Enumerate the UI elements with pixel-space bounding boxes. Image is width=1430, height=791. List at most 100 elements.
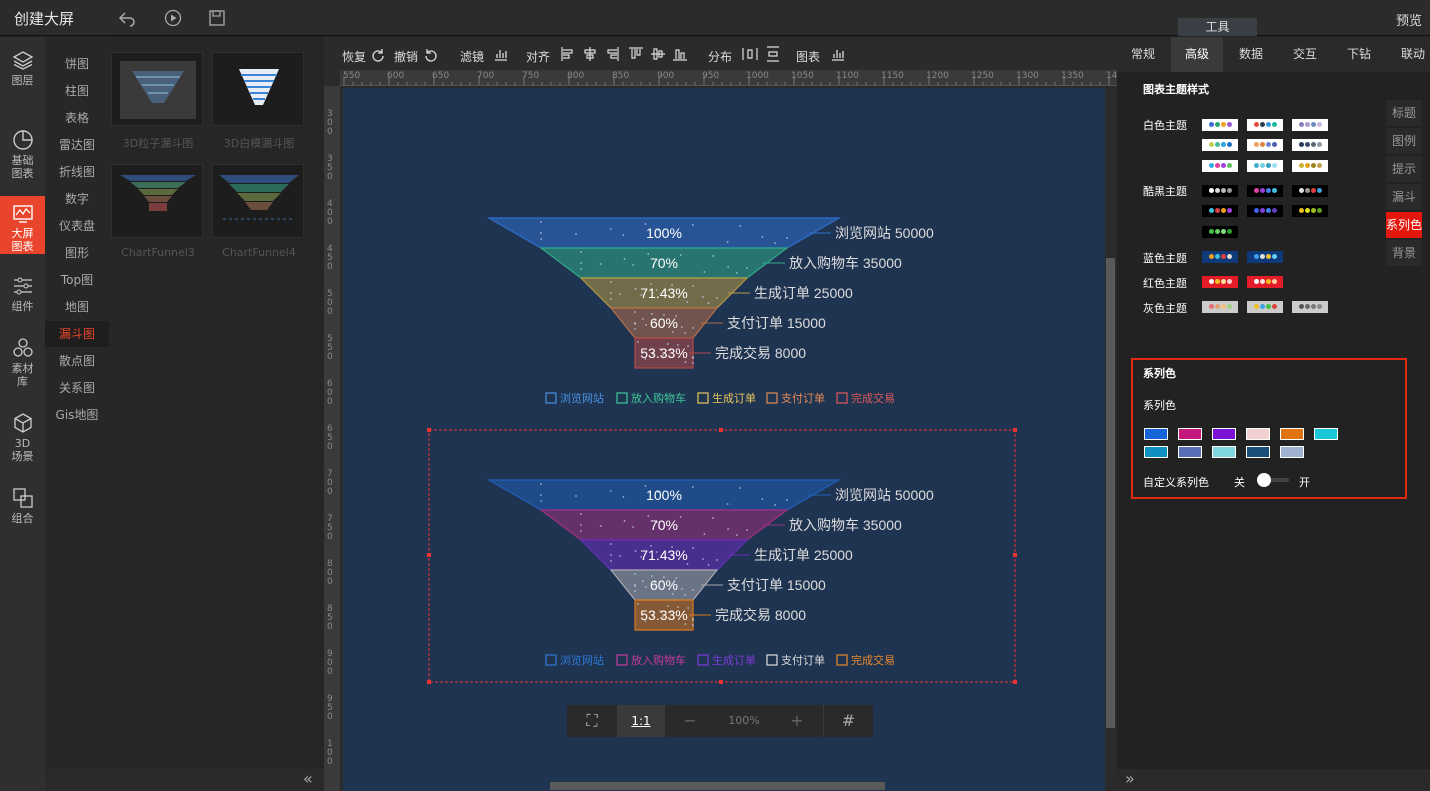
legend-icon[interactable] xyxy=(545,654,557,666)
legend-label[interactable]: 生成订单 xyxy=(712,653,756,667)
undo-icon[interactable] xyxy=(423,46,439,62)
funnel-chart-2[interactable]: 100% 浏览网站 50000 70% 放入购物车 35000 71.43% 生成订单 2… xyxy=(486,479,934,667)
sidetab-series-color[interactable]: 系列色 xyxy=(1386,212,1422,238)
zoom-in-button[interactable]: + xyxy=(773,705,821,737)
category-item[interactable]: 折线图 xyxy=(45,159,109,185)
category-item[interactable]: 数字 xyxy=(45,186,109,212)
nav-3d-scene[interactable]: 3D 场景 xyxy=(0,412,45,468)
nav-components[interactable]: 组件 xyxy=(0,275,45,319)
preview-button[interactable]: 预览 xyxy=(1396,10,1422,29)
theme-swatch[interactable] xyxy=(1247,139,1283,151)
tools-tab[interactable]: 工具 xyxy=(1178,18,1257,36)
legend-label[interactable]: 放入购物车 xyxy=(631,391,686,405)
legend-icon[interactable] xyxy=(836,654,848,666)
theme-swatch[interactable] xyxy=(1247,276,1283,288)
category-item[interactable]: Gis地图 xyxy=(45,402,109,428)
chart-settings-icon[interactable] xyxy=(830,46,846,62)
tab-general[interactable]: 常规 xyxy=(1117,37,1169,72)
undo-button[interactable]: 撤销 xyxy=(394,48,418,65)
theme-swatch[interactable] xyxy=(1247,185,1283,197)
series-color-swatch[interactable] xyxy=(1280,428,1304,440)
tab-interaction[interactable]: 交互 xyxy=(1279,37,1331,72)
series-color-swatch[interactable] xyxy=(1212,446,1236,458)
theme-swatch[interactable] xyxy=(1202,226,1238,238)
legend-icon[interactable] xyxy=(616,654,628,666)
vertical-scroll-thumb[interactable] xyxy=(1106,258,1115,728)
theme-swatch[interactable] xyxy=(1202,119,1238,131)
category-item[interactable]: 图形 xyxy=(45,240,109,266)
theme-swatch[interactable] xyxy=(1247,119,1283,131)
align-right-icon[interactable] xyxy=(604,46,620,62)
theme-swatch[interactable] xyxy=(1247,251,1283,263)
series-color-swatch[interactable] xyxy=(1144,446,1168,458)
legend-label[interactable]: 浏览网站 xyxy=(560,391,604,405)
series-color-swatch[interactable] xyxy=(1178,446,1202,458)
theme-swatch[interactable] xyxy=(1202,139,1238,151)
category-item-funnel[interactable]: 漏斗图 xyxy=(45,321,109,347)
distribute-v-icon[interactable] xyxy=(765,46,781,62)
align-top-icon[interactable] xyxy=(628,46,644,62)
play-icon[interactable] xyxy=(164,9,182,27)
legend-icon[interactable] xyxy=(616,392,628,404)
back-icon[interactable] xyxy=(118,9,136,27)
zoom-out-button[interactable]: − xyxy=(665,705,715,737)
custom-series-toggle[interactable] xyxy=(1255,473,1289,487)
theme-swatch[interactable] xyxy=(1202,205,1238,217)
horizontal-scroll-thumb[interactable] xyxy=(550,782,885,790)
series-color-swatch[interactable] xyxy=(1144,428,1168,440)
theme-swatch[interactable] xyxy=(1202,276,1238,288)
thumb-3d-white-funnel[interactable] xyxy=(212,52,304,126)
nav-basic-charts[interactable]: 基础 图表 xyxy=(0,129,45,180)
tab-drilldown[interactable]: 下钻 xyxy=(1333,37,1385,72)
theme-swatch[interactable] xyxy=(1247,160,1283,172)
save-icon[interactable] xyxy=(208,9,226,27)
legend-label[interactable]: 浏览网站 xyxy=(560,653,604,667)
design-stage[interactable]: 100% 浏览网站 50000 70% 放入购物车 35000 71.43% 生成订单 2… xyxy=(343,88,1105,791)
bar-chart-icon[interactable] xyxy=(493,46,509,62)
category-item[interactable]: 关系图 xyxy=(45,375,109,401)
theme-swatch[interactable] xyxy=(1292,185,1328,197)
nav-layers[interactable]: 图层 xyxy=(0,49,45,97)
theme-swatch[interactable] xyxy=(1202,251,1238,263)
category-item[interactable]: Top图 xyxy=(45,267,109,293)
series-color-swatch[interactable] xyxy=(1246,446,1270,458)
theme-swatch[interactable] xyxy=(1292,139,1328,151)
legend-icon[interactable] xyxy=(697,654,709,666)
legend-icon[interactable] xyxy=(836,392,848,404)
collapse-left-icon[interactable]: « xyxy=(303,769,313,788)
series-color-swatch[interactable] xyxy=(1246,428,1270,440)
category-item[interactable]: 地图 xyxy=(45,294,109,320)
sidetab-title[interactable]: 标题 xyxy=(1386,100,1422,126)
thumb-chart-funnel3[interactable] xyxy=(111,164,203,238)
category-item[interactable]: 饼图 xyxy=(45,51,109,77)
thumb-3d-particle-funnel[interactable] xyxy=(111,52,203,126)
theme-swatch[interactable] xyxy=(1202,301,1238,313)
legend-label[interactable]: 生成订单 xyxy=(712,391,756,405)
category-item[interactable]: 仪表盘 xyxy=(45,213,109,239)
redo-icon[interactable] xyxy=(370,46,386,62)
category-item[interactable]: 表格 xyxy=(45,105,109,131)
align-left-icon[interactable] xyxy=(560,46,576,62)
legend-label[interactable]: 完成交易 xyxy=(851,391,895,405)
theme-swatch[interactable] xyxy=(1202,160,1238,172)
legend-icon[interactable] xyxy=(766,654,778,666)
align-bottom-icon[interactable] xyxy=(672,46,688,62)
series-color-swatch[interactable] xyxy=(1212,428,1236,440)
theme-swatch[interactable] xyxy=(1292,160,1328,172)
theme-swatch[interactable] xyxy=(1247,205,1283,217)
legend-icon[interactable] xyxy=(697,392,709,404)
legend-label[interactable]: 支付订单 xyxy=(781,392,825,405)
category-item[interactable]: 柱图 xyxy=(45,78,109,104)
theme-swatch[interactable] xyxy=(1247,301,1283,313)
theme-swatch[interactable] xyxy=(1292,301,1328,313)
series-color-swatch[interactable] xyxy=(1280,446,1304,458)
series-color-swatch[interactable] xyxy=(1314,428,1338,440)
grid-icon[interactable]: # xyxy=(823,705,873,737)
category-item[interactable]: 散点图 xyxy=(45,348,109,374)
sidetab-background[interactable]: 背景 xyxy=(1386,240,1422,266)
legend-label[interactable]: 支付订单 xyxy=(781,654,825,667)
legend-icon[interactable] xyxy=(766,392,778,404)
thumb-chart-funnel4[interactable] xyxy=(212,164,304,238)
category-item[interactable]: 雷达图 xyxy=(45,132,109,158)
tab-linkage[interactable]: 联动 xyxy=(1387,37,1430,72)
